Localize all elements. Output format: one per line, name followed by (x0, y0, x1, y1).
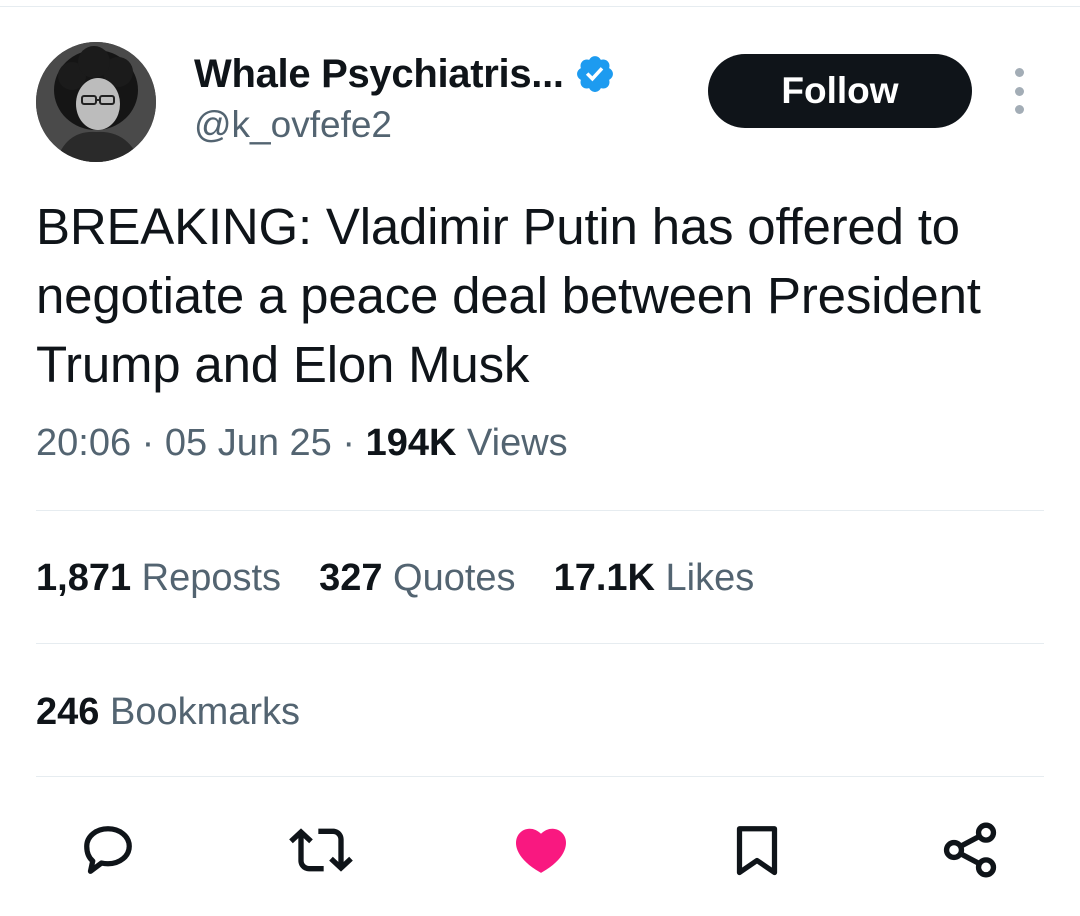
divider (36, 776, 1044, 777)
reposts-stat[interactable]: 1,871 Reposts (36, 557, 281, 600)
tweet-text: BREAKING: Vladimir Putin has offered to … (36, 198, 981, 393)
more-dot (1014, 86, 1024, 96)
more-dot (1014, 68, 1024, 77)
likes-count: 17.1K (553, 557, 655, 599)
like-button[interactable] (509, 818, 573, 882)
like-icon (515, 828, 567, 873)
author-name-row: Whale Psychiatris... (194, 50, 616, 98)
reposts-label: Reposts (141, 557, 282, 599)
share-icon (943, 822, 997, 878)
quotes-label: Quotes (393, 557, 516, 599)
bookmarks-stat[interactable]: 246 Bookmarks (36, 691, 300, 734)
bookmarks-label: Bookmarks (109, 691, 301, 733)
more-options-icon[interactable] (1004, 68, 1034, 114)
divider (36, 510, 1044, 511)
meta-separator: · (131, 422, 165, 464)
reply-icon (84, 826, 132, 874)
avatar[interactable] (36, 42, 156, 162)
views-count: 194K (365, 422, 457, 464)
tweet-meta: 20:06 · 05 Jun 25 · 194K Views (36, 422, 568, 465)
views-label: Views (466, 422, 568, 464)
quotes-stat[interactable]: 327 Quotes (319, 557, 516, 600)
tweet-date[interactable]: 05 Jun 25 (165, 422, 332, 464)
verified-badge-icon[interactable] (574, 53, 616, 95)
likes-stat[interactable]: 17.1K Likes (554, 557, 755, 600)
reposts-count: 1,871 (36, 557, 132, 599)
top-divider (0, 6, 1080, 7)
share-button[interactable] (938, 818, 1002, 882)
bookmarks-count: 246 (36, 691, 100, 733)
author-handle[interactable]: @k_ovfefe2 (194, 104, 392, 146)
more-dot (1014, 105, 1024, 114)
reply-button[interactable] (76, 818, 140, 882)
tweet-time[interactable]: 20:06 (36, 422, 131, 464)
avatar-photo (36, 42, 156, 162)
divider (36, 643, 1044, 644)
repost-icon (289, 828, 353, 872)
likes-label: Likes (665, 557, 755, 599)
bookmark-icon (736, 826, 778, 876)
quotes-count: 327 (319, 557, 383, 599)
repost-button[interactable] (289, 818, 353, 882)
bookmark-button[interactable] (725, 818, 789, 882)
author-display-name[interactable]: Whale Psychiatris... (194, 52, 564, 97)
follow-button[interactable]: Follow (708, 54, 972, 128)
meta-separator: · (331, 422, 366, 464)
engagement-stats: 1,871 Reposts 327 Quotes 17.1K Likes (36, 557, 792, 600)
